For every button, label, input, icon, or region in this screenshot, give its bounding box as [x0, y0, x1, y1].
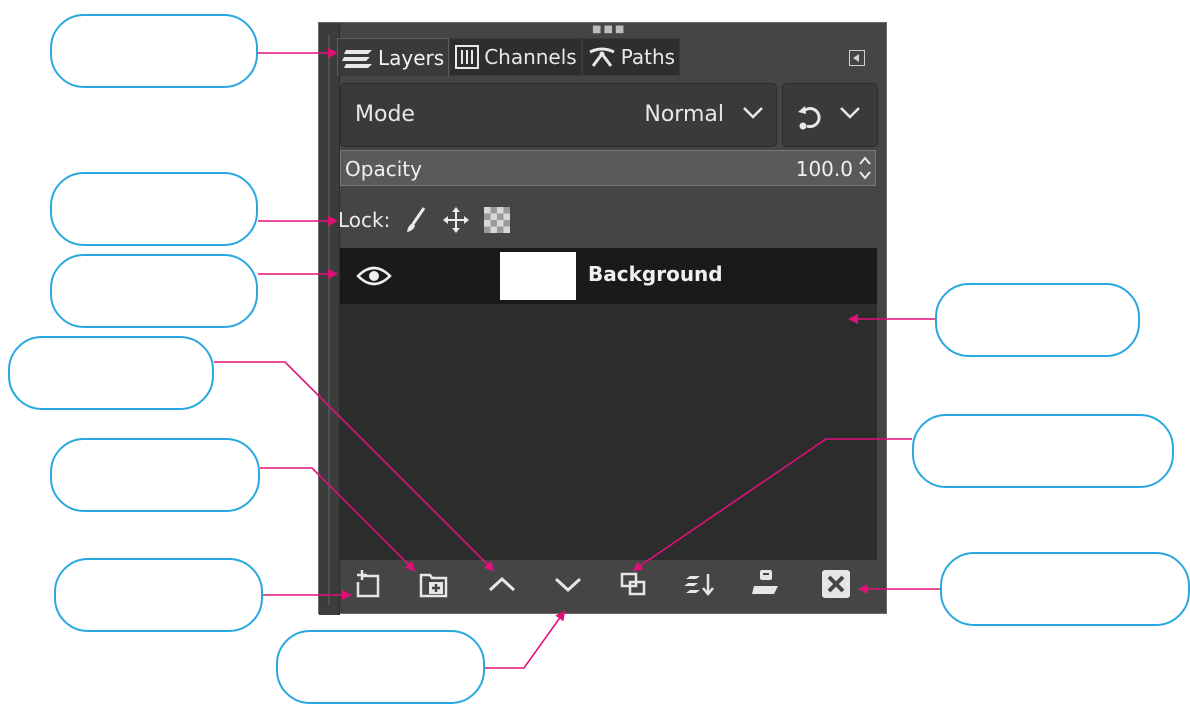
lower-layer-icon[interactable] — [552, 568, 584, 600]
opacity-label: Opacity — [345, 157, 422, 181]
new-layer-group-icon[interactable] — [418, 568, 450, 600]
callout-layer-group — [50, 438, 260, 512]
callout-raise-layer — [8, 336, 214, 410]
lock-row: Lock: — [338, 200, 511, 240]
callout-duplicate — [912, 414, 1174, 488]
callout-tabs — [50, 14, 258, 88]
delete-layer-icon[interactable] — [820, 568, 852, 600]
callout-lock — [50, 172, 258, 246]
layer-list[interactable]: Background — [340, 248, 877, 560]
layer-row[interactable]: Background — [340, 248, 877, 304]
opacity-value: 100.0 — [795, 157, 853, 181]
paths-icon — [589, 47, 615, 67]
composite-mode-button[interactable] — [782, 83, 878, 147]
callout-delete — [940, 552, 1190, 626]
tab-channels-label: Channels — [484, 45, 577, 69]
move-icon[interactable] — [442, 206, 470, 234]
raise-layer-icon[interactable] — [486, 568, 518, 600]
dialog-tabs: Layers Channels Paths — [337, 38, 681, 80]
dock-separator[interactable] — [319, 23, 340, 615]
new-layer-icon[interactable] — [352, 568, 384, 600]
anchor-layer-icon[interactable] — [750, 568, 782, 600]
callout-visibility — [50, 254, 258, 328]
callout-lower-layer — [276, 630, 485, 704]
connector-lower — [485, 610, 566, 669]
callout-layer-list — [935, 283, 1140, 357]
composite-mode-icon — [798, 106, 821, 130]
layer-thumbnail[interactable] — [500, 252, 576, 300]
brush-icon[interactable] — [404, 206, 428, 234]
merge-down-icon[interactable] — [684, 568, 716, 600]
chevron-down-icon — [743, 107, 763, 119]
spin-button-icon[interactable] — [857, 153, 873, 183]
tab-menu-icon[interactable] — [849, 50, 865, 66]
tab-layers[interactable]: Layers — [337, 38, 450, 76]
mode-label: Mode — [355, 102, 415, 127]
mode-select[interactable]: Mode Normal — [340, 83, 777, 147]
tab-channels[interactable]: Channels — [449, 38, 582, 76]
chevron-down-icon — [840, 107, 860, 119]
layers-icon — [342, 49, 372, 68]
callout-new-layer — [54, 558, 263, 632]
tab-layers-label: Layers — [378, 45, 445, 70]
layer-name[interactable]: Background — [588, 262, 723, 286]
mode-value: Normal — [644, 102, 724, 127]
lock-label: Lock: — [338, 208, 391, 232]
opacity-slider[interactable]: Opacity 100.0 — [340, 150, 876, 186]
duplicate-layer-icon[interactable] — [618, 568, 650, 600]
channels-icon — [455, 45, 480, 69]
eye-visibility-icon[interactable] — [356, 264, 392, 288]
tab-paths-label: Paths — [620, 45, 676, 69]
layer-actions-bar — [340, 560, 877, 612]
alpha-checker-icon[interactable] — [484, 207, 511, 233]
tab-paths[interactable]: Paths — [581, 38, 681, 76]
drag-handle-icon[interactable]: ■■■ — [592, 24, 626, 35]
